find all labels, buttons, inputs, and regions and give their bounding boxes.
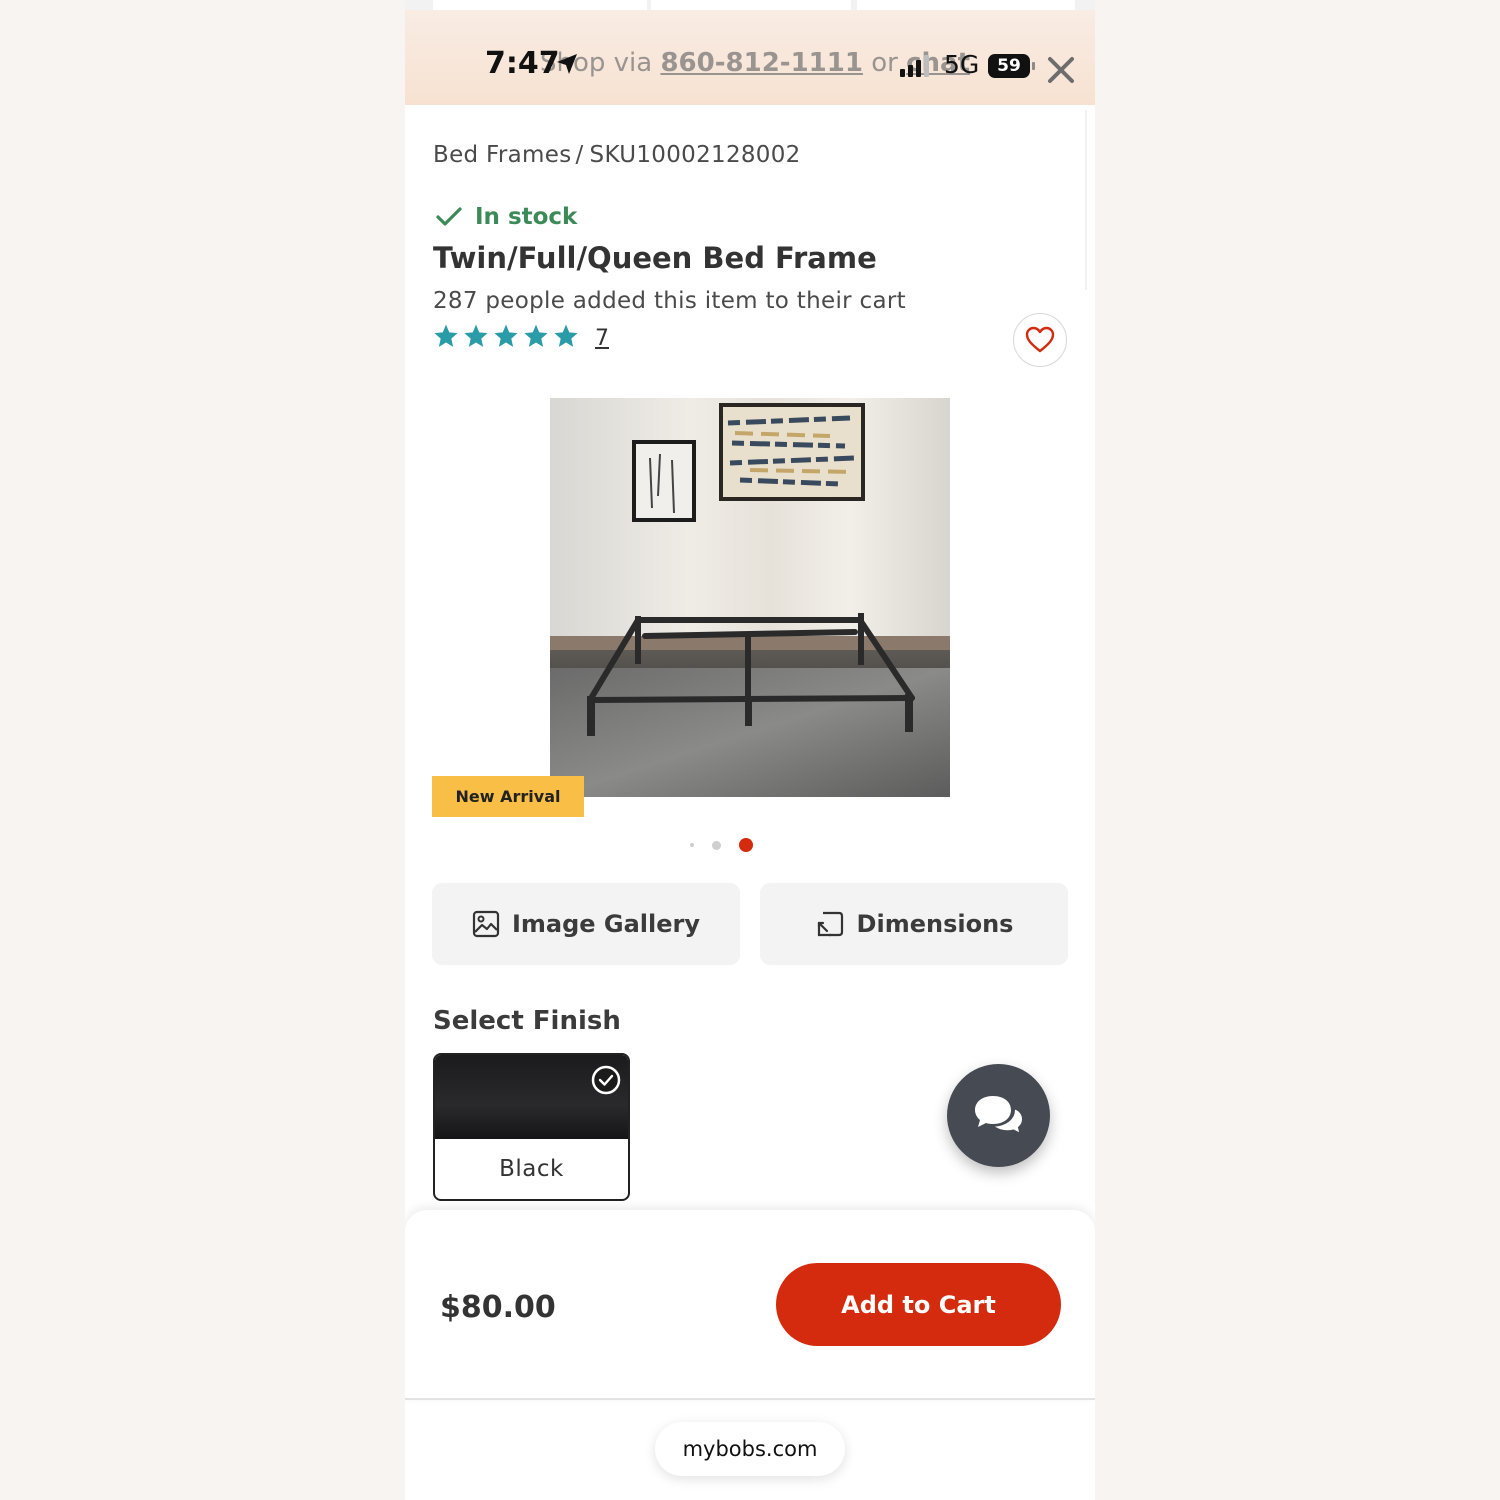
chat-bubbles-icon <box>974 1095 1024 1136</box>
signal-icon <box>900 55 929 77</box>
product-price: $80.00 <box>440 1290 556 1325</box>
contact-banner: Shop via 860-812-1111 or chat 7:47 5G 59 <box>405 10 1095 105</box>
selected-check-icon <box>591 1065 621 1095</box>
dimensions-icon <box>817 911 843 937</box>
breadcrumb-separator: / <box>575 142 584 168</box>
battery-indicator: 59 <box>988 54 1035 78</box>
app-screen: Shop via 860-812-1111 or chat 7:47 5G 59… <box>405 0 1095 1500</box>
carousel-dot-active[interactable] <box>739 838 753 852</box>
image-icon <box>472 910 500 938</box>
star-icon <box>464 324 488 347</box>
finish-option-black[interactable]: Black <box>433 1053 630 1201</box>
close-icon[interactable] <box>1045 54 1077 86</box>
cart-count-text: 287 people added this item to their cart <box>433 288 906 314</box>
purchase-bar: $80.00 Add to Cart <box>405 1210 1095 1400</box>
review-count-link[interactable]: 7 <box>595 326 609 351</box>
image-gallery-button[interactable]: Image Gallery <box>432 883 740 965</box>
scroll-track <box>1085 110 1087 290</box>
star-icon <box>434 324 458 347</box>
checkmark-icon <box>436 207 462 226</box>
add-to-cart-button[interactable]: Add to Cart <box>776 1263 1061 1346</box>
rating-stars[interactable] <box>433 323 579 349</box>
select-finish-heading: Select Finish <box>433 1006 621 1036</box>
carousel-dots[interactable] <box>690 838 753 852</box>
star-icon <box>524 324 548 347</box>
browser-url-bar[interactable]: mybobs.com <box>655 1422 845 1476</box>
dimensions-label: Dimensions <box>856 910 1014 938</box>
wishlist-button[interactable] <box>1013 313 1067 367</box>
breadcrumb-category[interactable]: Bed Frames <box>433 142 571 168</box>
chat-button[interactable] <box>947 1064 1050 1167</box>
breadcrumb-sku: SKU10002128002 <box>589 142 801 168</box>
bed-frame-photo <box>550 403 950 797</box>
dimensions-button[interactable]: Dimensions <box>760 883 1068 965</box>
network-type: 5G <box>944 50 980 79</box>
previous-page-edge <box>405 0 1095 10</box>
stock-status-label: In stock <box>475 204 578 230</box>
banner-phone-link[interactable]: 860-812-1111 <box>660 48 863 78</box>
status-time: 7:47 <box>485 46 560 81</box>
image-gallery-label: Image Gallery <box>511 910 701 938</box>
carousel-dot[interactable] <box>712 840 721 850</box>
product-title: Twin/Full/Queen Bed Frame <box>433 241 877 275</box>
breadcrumb: Bed Frames / SKU10002128002 <box>433 142 801 168</box>
finish-option-label: Black <box>499 1156 564 1182</box>
carousel-dot[interactable] <box>690 843 694 847</box>
heart-icon <box>1025 326 1055 353</box>
star-icon <box>494 324 518 347</box>
location-arrow-icon <box>557 54 577 74</box>
star-icon <box>554 324 578 347</box>
new-arrival-badge: New Arrival <box>432 776 584 817</box>
product-image[interactable] <box>550 398 950 797</box>
stock-status: In stock <box>435 204 577 230</box>
